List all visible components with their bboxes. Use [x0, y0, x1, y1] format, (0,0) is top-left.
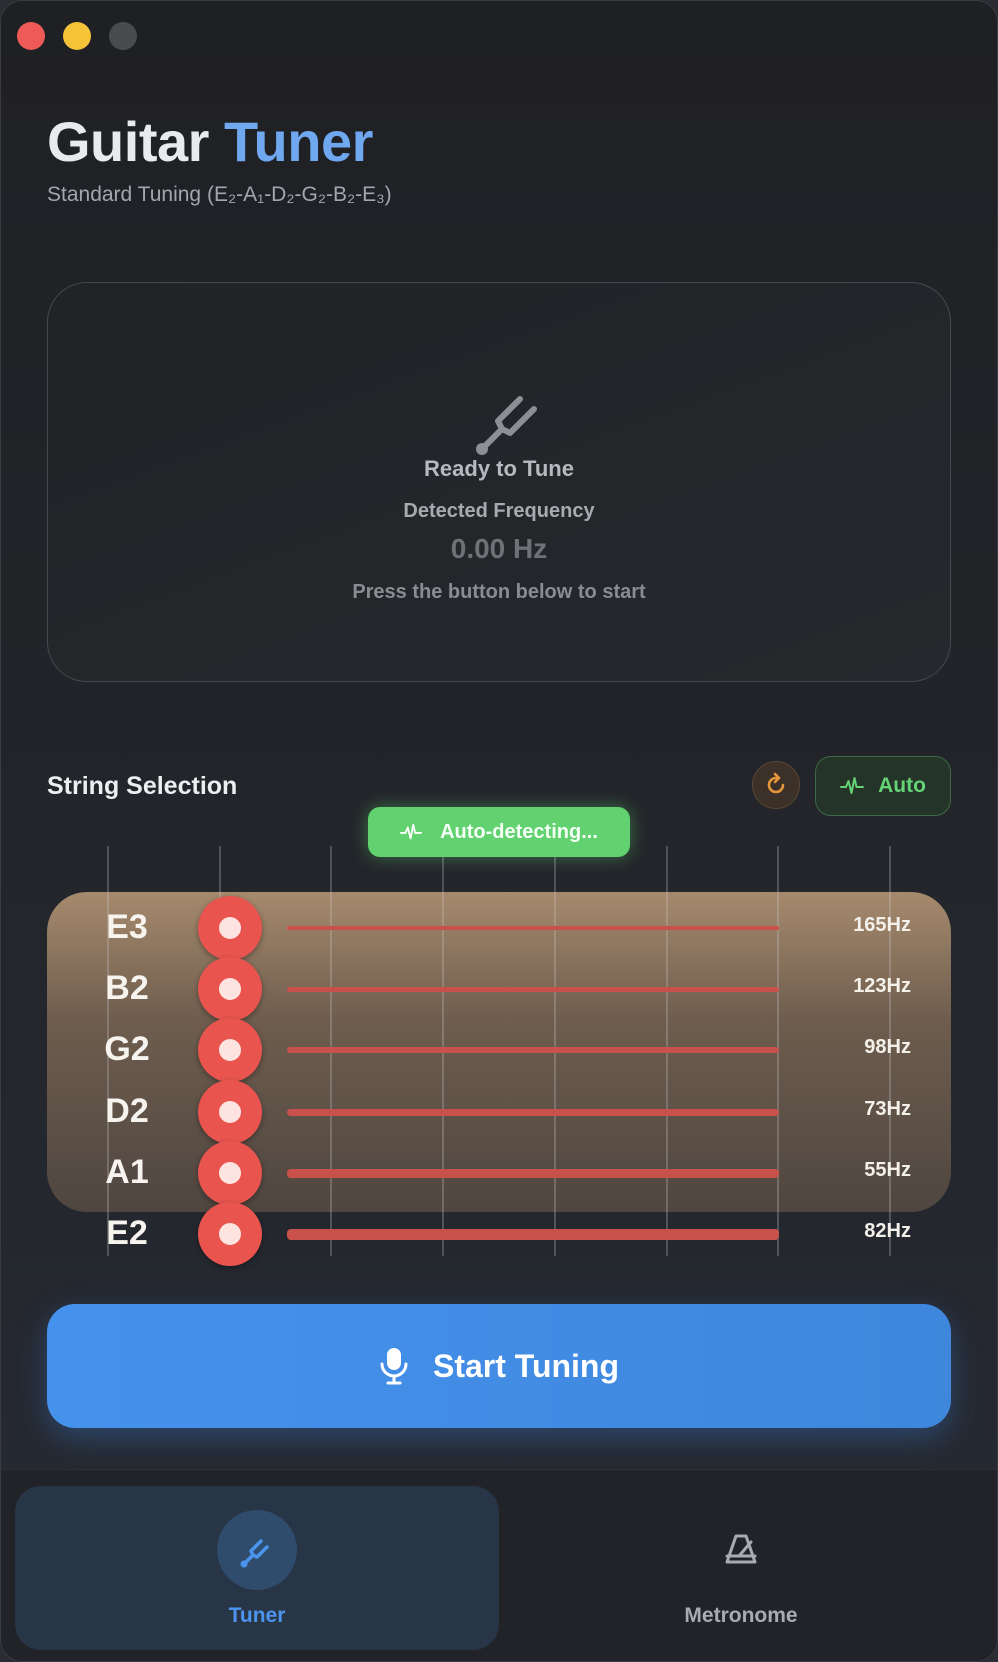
fretboard: E3 165Hz B2 123Hz G2 98Hz D2 73Hz A1 55H…: [1, 846, 997, 1266]
tuning-subtitle: Standard Tuning (E₂-A₁-D₂-G₂-B₂-E₃): [47, 183, 392, 206]
window-controls: [17, 22, 137, 50]
string-peg[interactable]: [198, 1080, 262, 1144]
title-word-tuner: Tuner: [223, 110, 373, 173]
tab-icon-circle: [701, 1510, 781, 1590]
detected-frequency-label: Detected Frequency: [403, 500, 595, 522]
reset-button[interactable]: [752, 761, 800, 809]
tab-icon-circle: [217, 1510, 297, 1590]
string-peg[interactable]: [198, 1018, 262, 1082]
start-tuning-button[interactable]: Start Tuning: [47, 1304, 951, 1428]
string-row-b2[interactable]: B2 123Hz: [1, 957, 997, 1021]
detected-frequency-value: 0.00 Hz: [450, 533, 548, 564]
tab-label: Tuner: [228, 1604, 286, 1627]
guitar-string: [287, 987, 779, 992]
tab-tuner[interactable]: Tuner: [15, 1486, 499, 1650]
string-frequency: 165Hz: [853, 914, 911, 936]
auto-mode-label: Auto: [878, 774, 926, 797]
string-note: B2: [105, 969, 149, 1007]
string-frequency: 123Hz: [853, 975, 911, 997]
string-frequency: 98Hz: [864, 1036, 911, 1058]
string-note: A1: [105, 1153, 149, 1191]
zoom-window-button[interactable]: [109, 22, 137, 50]
auto-mode-button[interactable]: Auto: [815, 756, 951, 816]
tab-label: Metronome: [684, 1604, 798, 1627]
string-row-g2[interactable]: G2 98Hz: [1, 1018, 997, 1082]
tuning-fork-icon: [476, 396, 537, 455]
close-window-button[interactable]: [17, 22, 45, 50]
string-note: D2: [105, 1092, 149, 1130]
string-note: G2: [104, 1030, 150, 1068]
string-peg[interactable]: [198, 957, 262, 1021]
tuning-fork-icon: [240, 1539, 269, 1568]
string-note: E2: [106, 1214, 148, 1252]
title-word-guitar: Guitar: [47, 110, 209, 173]
tuner-status-card: Ready to Tune Detected Frequency 0.00 Hz…: [47, 282, 951, 682]
string-row-e2[interactable]: E2 82Hz: [1, 1202, 997, 1266]
page-title: Guitar Tuner: [47, 109, 373, 174]
minimize-window-button[interactable]: [63, 22, 91, 50]
app-window: Guitar Tuner Standard Tuning (E₂-A₁-D₂-G…: [0, 0, 998, 1662]
refresh-icon: [767, 772, 785, 794]
waveform-icon: [840, 777, 865, 794]
string-row-a1[interactable]: A1 55Hz: [1, 1141, 997, 1205]
microphone-icon: [380, 1348, 408, 1385]
string-peg[interactable]: [198, 1202, 262, 1266]
guitar-string: [287, 1047, 779, 1053]
waveform-icon: [400, 823, 423, 840]
string-row-e3[interactable]: E3 165Hz: [1, 896, 997, 960]
guitar-string: [287, 1229, 779, 1240]
guitar-string: [287, 1109, 779, 1116]
start-tuning-label: Start Tuning: [432, 1347, 620, 1384]
string-peg[interactable]: [198, 1141, 262, 1205]
string-frequency: 55Hz: [864, 1159, 911, 1181]
string-selection-title: String Selection: [47, 772, 238, 800]
string-frequency: 82Hz: [864, 1220, 911, 1242]
tab-metronome[interactable]: Metronome: [499, 1486, 983, 1650]
string-row-d2[interactable]: D2 73Hz: [1, 1080, 997, 1144]
bottom-tab-bar: Tuner Metronome: [1, 1469, 997, 1661]
metronome-icon: [725, 1534, 757, 1564]
auto-detecting-label: Auto-detecting...: [440, 820, 598, 843]
start-hint: Press the button below to start: [352, 581, 646, 603]
auto-detecting-badge: Auto-detecting...: [368, 807, 630, 857]
tuner-state-label: Ready to Tune: [424, 456, 574, 481]
string-note: E3: [106, 908, 148, 946]
guitar-string: [287, 926, 779, 930]
guitar-string: [287, 1169, 779, 1178]
string-frequency: 73Hz: [864, 1098, 911, 1120]
string-peg[interactable]: [198, 896, 262, 960]
